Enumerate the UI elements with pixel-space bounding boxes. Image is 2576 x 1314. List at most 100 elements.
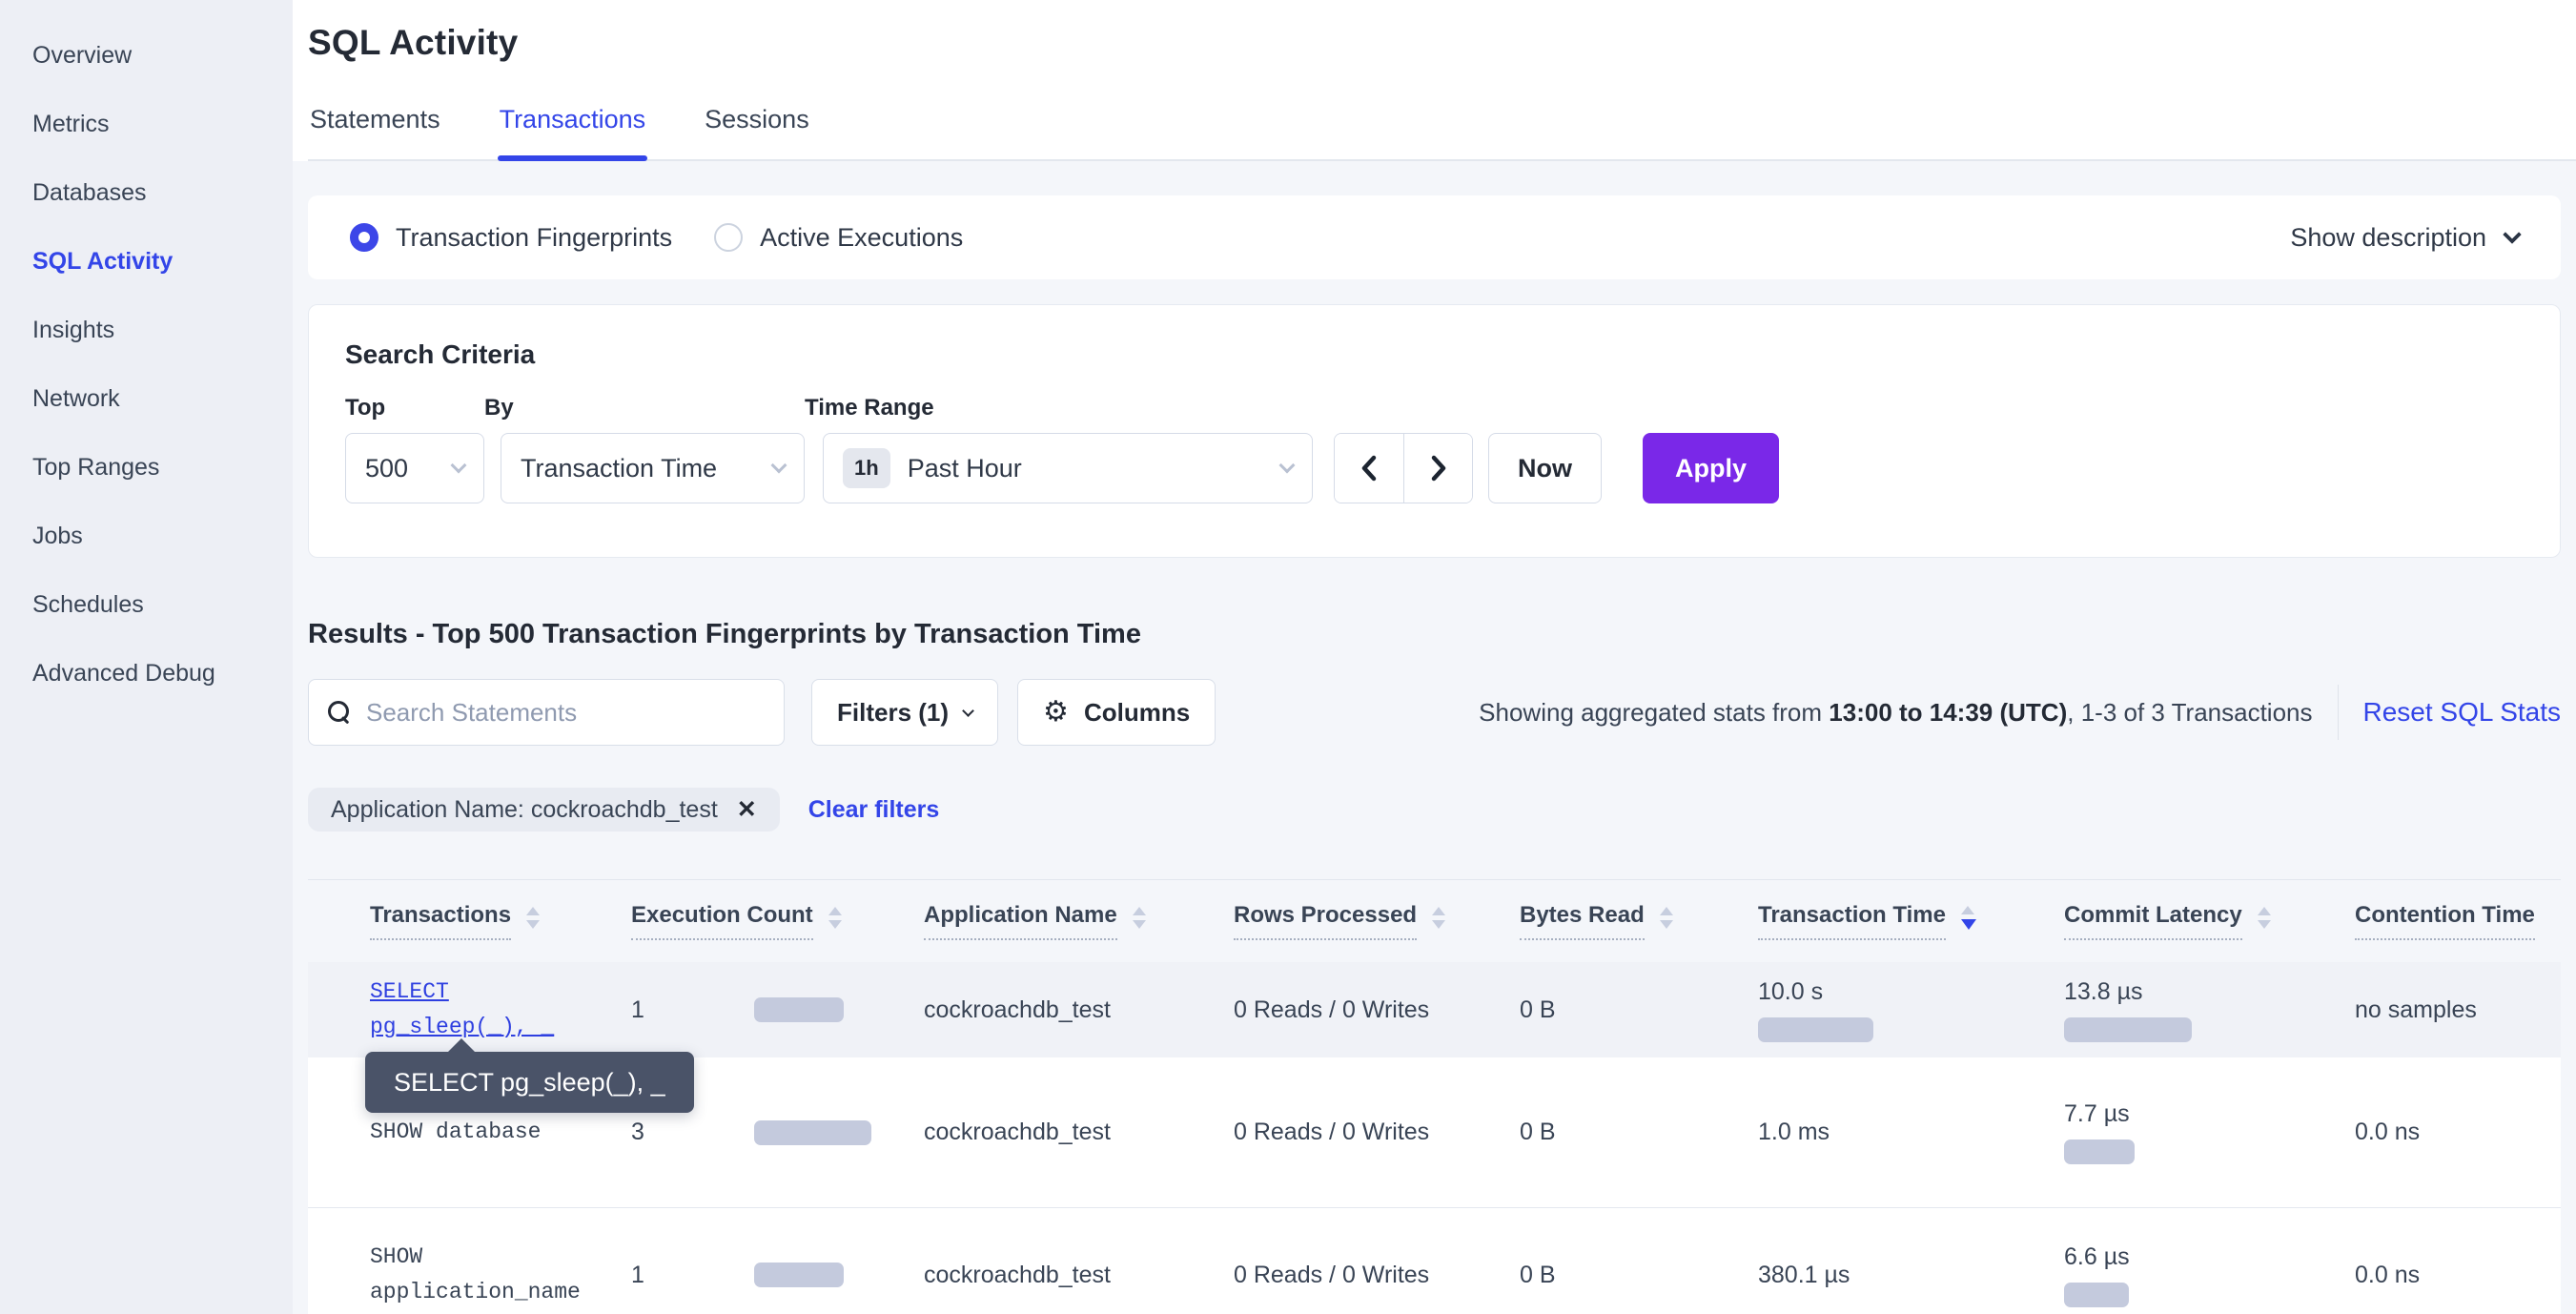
tab-transactions[interactable]: Transactions <box>498 105 648 159</box>
execution-count-bar <box>754 1263 844 1287</box>
filter-chip-application-name[interactable]: Application Name: cockroachdb_test ✕ <box>308 788 780 832</box>
transaction-fingerprint-link[interactable]: SELECT pg_sleep(_), _ <box>370 975 631 1045</box>
filters-label: Filters (1) <box>837 698 949 728</box>
columns-button[interactable]: ⚙ Columns <box>1017 679 1216 746</box>
radio-active-executions[interactable]: Active Executions <box>714 223 963 253</box>
transaction-fingerprint-link[interactable]: SHOW application_name <box>370 1240 631 1310</box>
commit-latency-cell: 7.7 µs <box>2064 1100 2355 1164</box>
column-header-bytes-read[interactable]: Bytes Read <box>1520 902 1758 940</box>
time-range-select[interactable]: 1h Past Hour <box>823 433 1313 503</box>
apply-button[interactable]: Apply <box>1643 433 1779 503</box>
sidebar-item-insights[interactable]: Insights <box>0 296 293 364</box>
execution-count-bar <box>754 1120 871 1145</box>
sidebar-item-databases[interactable]: Databases <box>0 158 293 227</box>
sort-icon[interactable] <box>526 907 540 929</box>
application-name-cell: cockroachdb_test <box>924 996 1234 1024</box>
column-header-contention-time[interactable]: Contention Time <box>2355 902 2561 940</box>
execution-count-cell: 3 <box>631 1119 924 1146</box>
radio-transaction-fingerprints[interactable]: Transaction Fingerprints <box>350 223 672 253</box>
radio-label: Transaction Fingerprints <box>396 223 672 253</box>
table-header-row: Transactions Execution Count Application… <box>308 880 2561 962</box>
search-statements-box <box>308 679 785 746</box>
clear-filters-link[interactable]: Clear filters <box>808 796 940 824</box>
rows-processed-cell: 0 Reads / 0 Writes <box>1234 1262 1520 1289</box>
commit-latency-bar <box>2064 1283 2129 1307</box>
commit-latency-cell: 6.6 µs <box>2064 1243 2355 1307</box>
sidebar-item-metrics[interactable]: Metrics <box>0 90 293 158</box>
close-icon[interactable]: ✕ <box>737 795 757 824</box>
sort-icon[interactable] <box>828 907 842 929</box>
sidebar-item-top-ranges[interactable]: Top Ranges <box>0 433 293 502</box>
view-mode-radio-group: Transaction Fingerprints Active Executio… <box>350 223 963 253</box>
aggregated-stats-text: Showing aggregated stats from 13:00 to 1… <box>1479 698 2312 728</box>
view-toggle-card: Transaction Fingerprints Active Executio… <box>308 195 2561 279</box>
table-row: SELECT pg_sleep(_), _ 1 cockroachdb_test… <box>308 962 2561 1057</box>
tab-sessions[interactable]: Sessions <box>703 105 811 159</box>
contention-time-cell: 0.0 ns <box>2355 1262 2561 1289</box>
transaction-time-cell: 10.0 s <box>1758 978 2064 1042</box>
column-header-rows-processed[interactable]: Rows Processed <box>1234 902 1520 940</box>
reset-sql-stats-link[interactable]: Reset SQL Stats <box>2363 697 2562 728</box>
next-time-range-button[interactable] <box>1403 434 1472 503</box>
application-name-cell: cockroachdb_test <box>924 1262 1234 1289</box>
sort-icon-descending[interactable] <box>1961 906 1976 930</box>
sidebar-item-overview[interactable]: Overview <box>0 21 293 90</box>
sort-icon[interactable] <box>2258 907 2271 929</box>
column-header-transaction-time[interactable]: Transaction Time <box>1758 902 2064 940</box>
column-header-commit-latency[interactable]: Commit Latency <box>2064 902 2355 940</box>
execution-count-cell: 1 <box>631 1262 924 1289</box>
sort-icon[interactable] <box>1133 907 1146 929</box>
columns-label: Columns <box>1084 698 1190 728</box>
top-select-value: 500 <box>365 454 408 483</box>
tab-statements[interactable]: Statements <box>308 105 442 159</box>
commit-latency-bar <box>2064 1017 2192 1042</box>
radio-unselected-icon <box>714 223 743 252</box>
sidebar: Overview Metrics Databases SQL Activity … <box>0 0 293 1314</box>
sidebar-item-advanced-debug[interactable]: Advanced Debug <box>0 639 293 708</box>
bytes-read-cell: 0 B <box>1520 1262 1758 1289</box>
show-description-toggle[interactable]: Show description <box>2290 223 2519 253</box>
by-select[interactable]: Transaction Time <box>501 433 805 503</box>
transaction-fingerprint-link[interactable]: SHOW database <box>370 1115 631 1150</box>
sort-icon[interactable] <box>1660 907 1673 929</box>
search-criteria-title: Search Criteria <box>345 339 2524 370</box>
page-title: SQL Activity <box>308 23 2576 63</box>
chevron-down-icon <box>1279 458 1296 474</box>
time-range-label: Time Range <box>805 395 1313 421</box>
rows-processed-cell: 0 Reads / 0 Writes <box>1234 996 1520 1024</box>
column-header-application-name[interactable]: Application Name <box>924 902 1234 940</box>
execution-count-bar <box>754 997 844 1022</box>
sidebar-item-jobs[interactable]: Jobs <box>0 502 293 570</box>
sidebar-item-network[interactable]: Network <box>0 364 293 433</box>
now-button[interactable]: Now <box>1488 433 1602 503</box>
application-name-cell: cockroachdb_test <box>924 1119 1234 1146</box>
column-header-execution-count[interactable]: Execution Count <box>631 902 924 940</box>
gear-icon: ⚙ <box>1043 698 1069 727</box>
sidebar-item-schedules[interactable]: Schedules <box>0 570 293 639</box>
chevron-down-icon <box>2503 225 2522 244</box>
transaction-time-cell: 1.0 ms <box>1758 1119 2064 1146</box>
main-area: SQL Activity Statements Transactions Ses… <box>293 0 2576 1314</box>
search-icon <box>328 701 351 724</box>
stats-time-range: 13:00 to 14:39 (UTC) <box>1829 698 2067 727</box>
chevron-down-icon <box>451 458 467 474</box>
previous-time-range-button[interactable] <box>1335 434 1403 503</box>
time-range-field: Time Range 1h Past Hour <box>805 395 1313 503</box>
contention-time-cell: no samples <box>2355 996 2561 1024</box>
tab-bar: Statements Transactions Sessions <box>308 105 2576 161</box>
transaction-time-cell: 380.1 µs <box>1758 1262 2064 1289</box>
top-select[interactable]: 500 <box>345 433 484 503</box>
by-label: By <box>484 395 805 421</box>
search-statements-input[interactable] <box>366 698 765 728</box>
time-range-pager <box>1334 433 1473 503</box>
column-header-transactions[interactable]: Transactions <box>370 902 631 940</box>
top-field: Top 500 <box>345 395 484 503</box>
time-range-value: Past Hour <box>908 454 1022 483</box>
sidebar-item-sql-activity[interactable]: SQL Activity <box>0 227 293 296</box>
sort-icon[interactable] <box>1432 907 1445 929</box>
filters-button[interactable]: Filters (1) <box>811 679 998 746</box>
radio-selected-icon <box>350 223 378 252</box>
show-description-label: Show description <box>2290 223 2486 253</box>
chevron-down-icon <box>962 705 974 717</box>
execution-count-cell: 1 <box>631 996 924 1024</box>
